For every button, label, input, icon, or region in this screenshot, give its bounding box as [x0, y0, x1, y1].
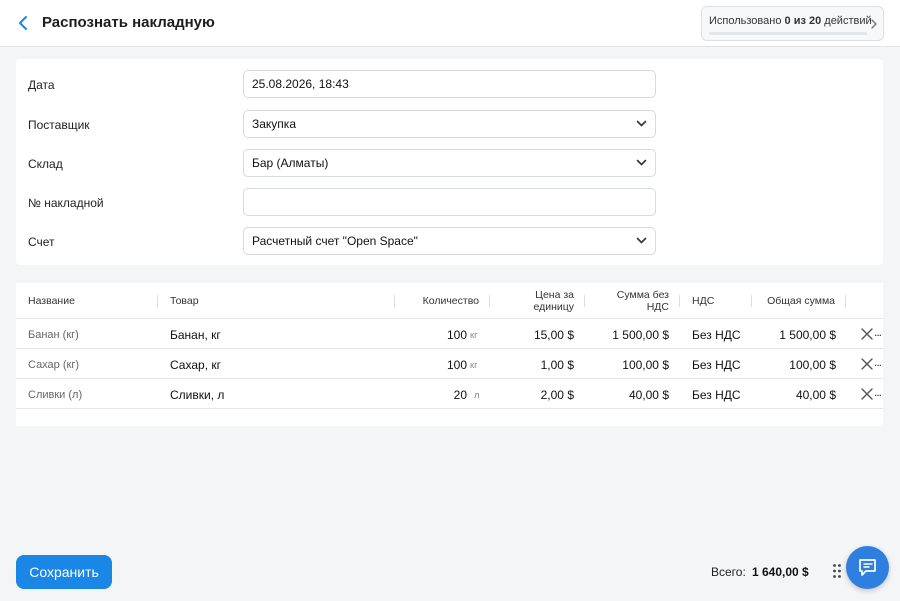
row-quantity[interactable]: 100	[416, 358, 467, 372]
column-separator	[584, 295, 585, 307]
table-header: Название Товар Количество Цена за единицу…	[16, 283, 883, 319]
close-icon[interactable]	[860, 387, 874, 401]
row-price[interactable]: 1,00 $	[496, 358, 574, 372]
invoice-form: Дата 25.08.2026, 18:43 Поставщик Закупка…	[16, 59, 883, 265]
column-product: Товар	[170, 295, 199, 307]
total-value: 1 640,00 $	[752, 565, 809, 579]
items-table: Название Товар Количество Цена за единицу…	[16, 283, 883, 426]
table-row[interactable]: Сахар (кг) Сахар, кг 100 кг 1,00 $ 100,0…	[16, 349, 883, 379]
date-field[interactable]: 25.08.2026, 18:43	[243, 70, 656, 98]
supplier-label: Поставщик	[28, 118, 90, 132]
column-separator	[845, 295, 846, 307]
row-total[interactable]: 1 500,00 $	[756, 328, 836, 342]
invoice-number-input[interactable]	[252, 189, 647, 215]
usage-text: Использовано 0 из 20 действий	[709, 15, 872, 27]
row-more-button[interactable]: ...	[874, 355, 882, 369]
warehouse-select[interactable]: Бар (Алматы)	[243, 149, 656, 177]
column-separator	[157, 295, 158, 307]
usage-progress-bar	[709, 32, 867, 35]
column-separator	[679, 295, 680, 307]
column-sum-no-vat: Сумма без НДС	[616, 289, 669, 313]
row-name: Банан (кг)	[28, 329, 79, 341]
chat-button[interactable]	[846, 546, 889, 589]
supplier-select[interactable]: Закупка	[243, 110, 656, 138]
chevron-left-icon	[19, 16, 27, 30]
column-price: Цена за единицу	[533, 289, 574, 313]
row-name: Сахар (кг)	[28, 359, 80, 371]
save-button[interactable]: Сохранить	[16, 555, 112, 589]
chevron-down-icon	[636, 237, 647, 244]
row-unit: кг	[470, 330, 478, 341]
row-product[interactable]: Сливки, л	[170, 388, 224, 402]
row-total[interactable]: 100,00 $	[756, 358, 836, 372]
column-separator	[394, 295, 395, 307]
column-name: Название	[28, 295, 75, 307]
row-sum-no-vat[interactable]: 100,00 $	[586, 358, 669, 372]
table-row[interactable]: Сливки (л) Сливки, л 20 л 2,00 $ 40,00 $…	[16, 379, 883, 409]
invoice-number-label: № накладной	[28, 196, 104, 210]
date-label: Дата	[28, 78, 55, 92]
warehouse-label: Склад	[28, 157, 63, 171]
close-icon[interactable]	[860, 327, 874, 341]
chat-icon	[859, 559, 876, 576]
column-quantity: Количество	[422, 295, 479, 307]
drag-handle-icon[interactable]	[832, 563, 842, 579]
chevron-down-icon	[636, 120, 647, 127]
account-select[interactable]: Расчетный счет "Open Space"	[243, 227, 656, 255]
invoice-number-field[interactable]	[243, 188, 656, 216]
column-separator	[751, 295, 752, 307]
row-sum-no-vat[interactable]: 1 500,00 $	[586, 328, 669, 342]
row-sum-no-vat[interactable]: 40,00 $	[586, 388, 669, 402]
account-label: Счет	[28, 235, 55, 249]
row-unit: л	[474, 390, 480, 401]
row-more-button[interactable]: ...	[874, 325, 882, 339]
row-vat[interactable]: Без НДС	[692, 388, 741, 402]
total-label: Всего:	[711, 565, 746, 579]
chevron-right-icon	[871, 19, 877, 29]
supplier-value: Закупка	[252, 117, 296, 131]
chevron-down-icon	[636, 159, 647, 166]
row-quantity[interactable]: 100	[416, 328, 467, 342]
row-name: Сливки (л)	[28, 389, 83, 401]
table-row[interactable]: Банан (кг) Банан, кг 100 кг 15,00 $ 1 50…	[16, 319, 883, 349]
column-separator	[489, 295, 490, 307]
back-button[interactable]	[14, 12, 34, 34]
row-more-button[interactable]: ...	[874, 385, 882, 399]
row-vat[interactable]: Без НДС	[692, 328, 741, 342]
account-value: Расчетный счет "Open Space"	[252, 234, 418, 248]
column-total: Общая сумма	[767, 295, 835, 307]
warehouse-value: Бар (Алматы)	[252, 156, 329, 170]
row-product[interactable]: Банан, кг	[170, 328, 221, 342]
row-unit: кг	[470, 360, 478, 371]
row-total[interactable]: 40,00 $	[756, 388, 836, 402]
row-quantity[interactable]: 20	[416, 388, 467, 402]
column-vat: НДС	[692, 295, 715, 307]
usage-widget[interactable]: Использовано 0 из 20 действий	[701, 6, 884, 41]
page-header: Распознать накладную Использовано 0 из 2…	[0, 0, 900, 47]
row-product[interactable]: Сахар, кг	[170, 358, 221, 372]
row-vat[interactable]: Без НДС	[692, 358, 741, 372]
page-title: Распознать накладную	[42, 14, 215, 31]
close-icon[interactable]	[860, 357, 874, 371]
row-price[interactable]: 2,00 $	[496, 388, 574, 402]
row-price[interactable]: 15,00 $	[496, 328, 574, 342]
usage-count: 0 из 20	[784, 15, 822, 27]
